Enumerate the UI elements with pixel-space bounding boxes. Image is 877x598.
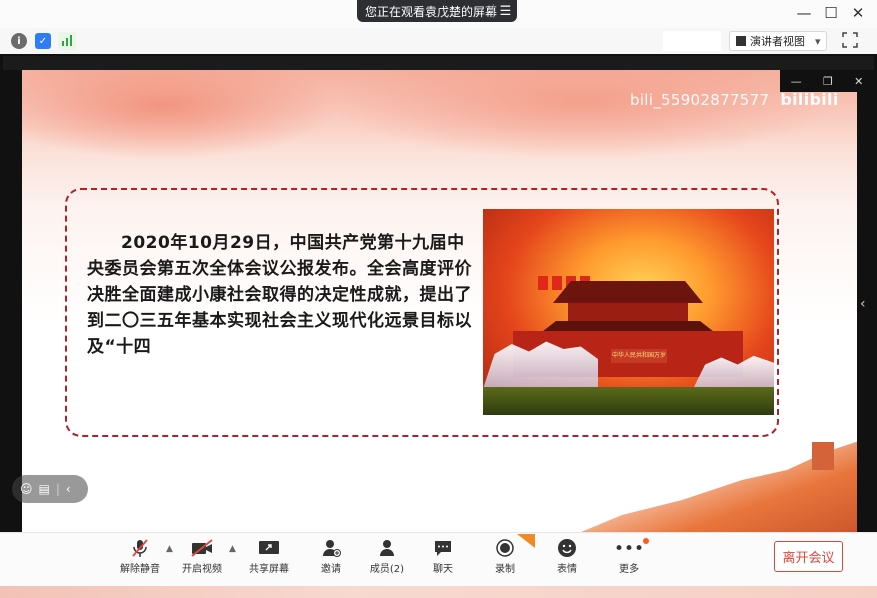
share-banner-text: 您正在观看袁戊楚的屏幕: [365, 4, 498, 19]
leave-meeting-button[interactable]: 离开会议: [774, 541, 843, 572]
slide-body-text: 2020年10月29日，中国共产党第十九届中央委员会第五次全体会议公报发布。全会…: [87, 233, 472, 357]
invite-button[interactable]: 邀请: [305, 538, 357, 575]
shield-icon[interactable]: ✓: [35, 33, 51, 49]
presenter-view-select[interactable]: 演讲者视图 ▾: [729, 31, 827, 51]
record-button[interactable]: 录制: [479, 538, 531, 575]
record-label: 录制: [495, 564, 515, 575]
gate-roof: [553, 281, 703, 303]
record-icon: [479, 538, 531, 560]
emoji-icon[interactable]: ☺: [20, 482, 33, 496]
chat-button[interactable]: 聊天: [417, 538, 469, 575]
fullscreen-icon[interactable]: [842, 32, 858, 48]
info-icon[interactable]: i: [11, 33, 27, 49]
presenter-view-label: 演讲者视图: [750, 35, 805, 48]
chat-icon[interactable]: ▤: [39, 482, 50, 496]
more-button[interactable]: ••• 更多: [603, 538, 655, 575]
invite-icon: [305, 538, 357, 560]
cloud-decoration: [22, 70, 342, 160]
maximize-button[interactable]: ☐: [821, 4, 841, 22]
presentation-slide: bili_55902877577 bilibili 2020年10月29日，中国…: [22, 70, 857, 532]
close-icon[interactable]: ✕: [854, 75, 863, 88]
unmute-label: 解除静音: [120, 564, 160, 575]
shared-screen-topbar: [3, 56, 874, 70]
more-label: 更多: [619, 564, 639, 575]
layout-icon: [736, 36, 746, 46]
chevron-left-icon[interactable]: ‹: [66, 482, 71, 496]
mini-window-controls: — ❐ ✕: [780, 70, 874, 92]
emoji-icon: [541, 538, 593, 560]
start-video-label: 开启视频: [182, 564, 222, 575]
members-label: 成员(2): [369, 564, 405, 575]
floating-controls: ☺ ▤ | ‹: [12, 475, 88, 503]
chevron-down-icon: ▾: [815, 34, 821, 48]
great-wall-tower: [812, 442, 834, 470]
share-screen-icon: [243, 538, 295, 560]
watermark-user: bili_55902877577: [630, 91, 770, 109]
blank-area: [663, 31, 721, 51]
divider: |: [55, 482, 60, 496]
caret-up-icon[interactable]: ▲: [166, 544, 173, 554]
chat-icon: [417, 538, 469, 560]
gate-sign: 中华人民共和国万岁: [611, 349, 667, 363]
tiananmen-image: 中华人民共和国万岁: [483, 209, 774, 415]
list-icon[interactable]: ☰: [494, 4, 517, 19]
start-video-button[interactable]: 开启视频: [176, 538, 228, 575]
mic-muted-icon: [114, 538, 166, 560]
cloud-decoration: [322, 70, 842, 160]
invite-label: 邀请: [321, 564, 341, 575]
minimize-button[interactable]: —: [794, 4, 814, 22]
fountain: [483, 341, 598, 389]
minimize-icon[interactable]: —: [791, 75, 802, 88]
caret-up-icon[interactable]: ▲: [229, 544, 236, 554]
chat-label: 聊天: [433, 564, 453, 575]
bottom-strip: [0, 586, 877, 598]
members-button[interactable]: 成员(2): [361, 538, 413, 575]
bilibili-logo: bilibili: [780, 90, 839, 109]
share-screen-button[interactable]: 共享屏幕: [243, 538, 295, 575]
garden: [483, 387, 774, 415]
chevron-left-icon[interactable]: ‹: [860, 296, 866, 312]
restore-icon[interactable]: ❐: [823, 75, 833, 88]
unmute-button[interactable]: 解除静音: [114, 538, 166, 575]
share-screen-label: 共享屏幕: [249, 564, 289, 575]
close-button[interactable]: ✕: [848, 4, 868, 22]
video-off-icon: [176, 538, 228, 560]
more-icon: •••: [613, 539, 645, 559]
emoji-button[interactable]: 表情: [541, 538, 593, 575]
members-icon: [361, 538, 413, 560]
watermark: bili_55902877577 bilibili: [630, 90, 839, 109]
signal-icon[interactable]: [58, 32, 76, 50]
emoji-label: 表情: [557, 564, 577, 575]
share-banner: 您正在观看袁戊楚的屏幕 ☰: [357, 0, 517, 22]
